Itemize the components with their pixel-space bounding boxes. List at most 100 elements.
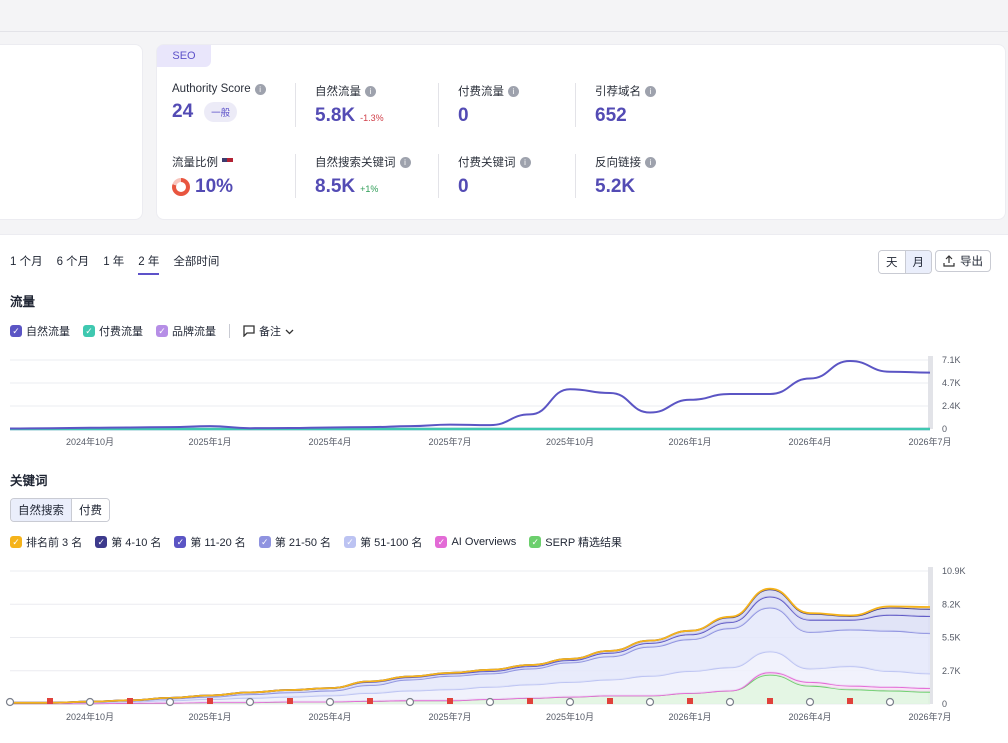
checkbox-icon: ✓ — [156, 325, 168, 337]
info-icon[interactable]: i — [399, 156, 411, 168]
y-tick-label: 7.1K — [942, 355, 961, 365]
period-1y[interactable]: 1 年 — [103, 253, 124, 275]
legend-pos-21-50[interactable]: ✓ 第 21-50 名 — [258, 534, 332, 550]
ref-domains-value[interactable]: 652 — [595, 105, 627, 127]
legend-top3-label: 排名前 3 名 — [26, 537, 83, 549]
info-icon[interactable]: i — [645, 85, 656, 97]
us-flag-icon — [222, 158, 233, 166]
x-tick-label: 2026年7月 — [908, 436, 951, 447]
export-label: 导出 — [960, 256, 983, 268]
x-tick-label: 2025年1月 — [188, 436, 231, 447]
x-tick-label: 2026年7月 — [908, 711, 951, 722]
checkbox-icon: ✓ — [344, 536, 357, 548]
tab-paid[interactable]: 付费 — [71, 499, 109, 521]
export-button[interactable]: 导出 — [935, 250, 991, 272]
tab-organic-search[interactable]: 自然搜索 — [11, 499, 71, 521]
period-2y[interactable]: 2 年 — [138, 253, 160, 275]
y-tick-label: 8.2K — [942, 599, 961, 609]
legend-ai-label: AI Overviews — [451, 536, 517, 548]
x-tick-label: 2025年10月 — [546, 711, 594, 722]
x-tick-label: 2025年7月 — [428, 711, 471, 722]
organic-keywords-value[interactable]: 8.5K — [315, 176, 355, 198]
notes-dropdown[interactable]: 备注 — [243, 323, 294, 339]
divider — [438, 83, 439, 127]
keyword-legend: ✓ 排名前 3 名 ✓ 第 4-10 名 ✓ 第 11-20 名 ✓ 第 21-50 名… — [10, 534, 622, 550]
checkbox-icon: ✓ — [83, 325, 95, 337]
legend-pos-21-50-label: 第 21-50 名 — [274, 537, 332, 549]
x-tick-label: 2024年10月 — [66, 436, 114, 447]
chevron-down-icon — [285, 329, 294, 334]
keyword-chart[interactable]: 0 2.7K 5.5K 8.2K 10.9K 2024年10月 2025年1月 2025年4月… — [0, 561, 1008, 731]
organic-traffic-label: 自然流量 — [315, 86, 361, 98]
google-update-marker — [405, 697, 415, 707]
authority-score-metric: Authority Score i 24 一般 — [172, 83, 266, 123]
info-icon[interactable]: i — [508, 85, 519, 97]
paid-keywords-value[interactable]: 0 — [458, 176, 469, 198]
legend-pos-51-100-label: 第 51-100 名 — [360, 537, 423, 549]
info-icon[interactable]: i — [645, 156, 656, 168]
legend-pos-11-20-label: 第 11-20 名 — [190, 537, 246, 549]
scroll-handle — [928, 356, 933, 429]
legend-pos-11-20[interactable]: ✓ 第 11-20 名 — [174, 534, 246, 550]
period-1m[interactable]: 1 个月 — [10, 253, 43, 275]
y-tick-label: 2.4K — [942, 401, 961, 411]
period-all[interactable]: 全部时间 — [173, 253, 219, 275]
legend-brand-traffic[interactable]: ✓ 品牌流量 — [156, 323, 216, 339]
traffic-legend: ✓ 自然流量 ✓ 付费流量 ✓ 品牌流量 备注 — [10, 323, 294, 339]
y-tick-label: 5.5K — [942, 633, 961, 643]
organic-traffic-value[interactable]: 5.8K — [315, 105, 355, 127]
backlinks-value[interactable]: 5.2K — [595, 176, 635, 198]
traffic-chart[interactable]: 0 2.4K 4.7K 7.1K 2024年10月 2025年1月 2025年4月 2025年… — [0, 350, 1008, 452]
granularity-toggle: 天 月 — [878, 250, 932, 274]
legend-top3[interactable]: ✓ 排名前 3 名 — [10, 534, 82, 550]
info-icon[interactable]: i — [365, 85, 376, 97]
seo-tag: SEO — [157, 45, 211, 67]
info-icon[interactable]: i — [254, 83, 266, 95]
divider — [438, 154, 439, 198]
note-flag-marker — [767, 698, 773, 704]
granularity-month-button[interactable]: 月 — [904, 251, 931, 273]
backlinks-metric: 反向链接 i 5.2K — [595, 154, 656, 198]
google-update-marker — [485, 697, 495, 707]
share-donut-icon — [172, 178, 190, 196]
granularity-day-button[interactable]: 天 — [879, 251, 905, 273]
keywords-title: 关键词 — [10, 474, 48, 488]
y-tick-label: 4.7K — [942, 378, 961, 388]
legend-paid-traffic[interactable]: ✓ 付费流量 — [83, 323, 143, 339]
checkbox-icon: ✓ — [435, 536, 448, 548]
checkbox-icon: ✓ — [10, 536, 22, 548]
legend-serp-features[interactable]: ✓ SERP 精选结果 — [529, 534, 622, 550]
legend-organic-traffic[interactable]: ✓ 自然流量 — [10, 323, 70, 339]
x-tick-label: 2025年1月 — [188, 711, 231, 722]
note-flag-marker — [527, 698, 533, 704]
checkbox-icon: ✓ — [10, 325, 22, 337]
checkbox-icon: ✓ — [529, 536, 542, 548]
x-tick-label: 2024年10月 — [66, 711, 114, 722]
note-flag-marker — [847, 698, 853, 704]
legend-ai-overviews[interactable]: ✓ AI Overviews — [435, 536, 516, 548]
ref-domains-metric: 引荐域名 i 652 — [595, 83, 656, 127]
legend-pos-4-10[interactable]: ✓ 第 4-10 名 — [95, 534, 161, 550]
period-6m[interactable]: 6 个月 — [57, 253, 90, 275]
google-update-marker — [885, 697, 895, 707]
google-update-marker — [165, 697, 175, 707]
checkbox-icon: ✓ — [174, 536, 187, 548]
paid-traffic-metric: 付费流量 i 0 — [458, 83, 519, 127]
traffic-share-label: 流量比例 — [172, 157, 218, 169]
info-icon[interactable]: i — [519, 156, 531, 168]
legend-paid-label: 付费流量 — [99, 326, 143, 338]
top-bar — [0, 0, 1008, 32]
google-update-marker — [85, 697, 95, 707]
x-tick-label: 2025年10月 — [546, 436, 594, 447]
divider — [295, 154, 296, 198]
notes-label: 备注 — [259, 326, 281, 338]
y-tick-label: 2.7K — [942, 666, 961, 676]
paid-traffic-value[interactable]: 0 — [458, 105, 469, 127]
legend-organic-label: 自然流量 — [26, 326, 70, 338]
y-tick-label: 10.9K — [942, 566, 966, 576]
note-flag-marker — [207, 698, 213, 704]
note-flag-marker — [127, 698, 133, 704]
legend-pos-51-100[interactable]: ✓ 第 51-100 名 — [344, 534, 422, 550]
x-tick-label: 2026年4月 — [788, 436, 831, 447]
divider — [575, 83, 576, 127]
